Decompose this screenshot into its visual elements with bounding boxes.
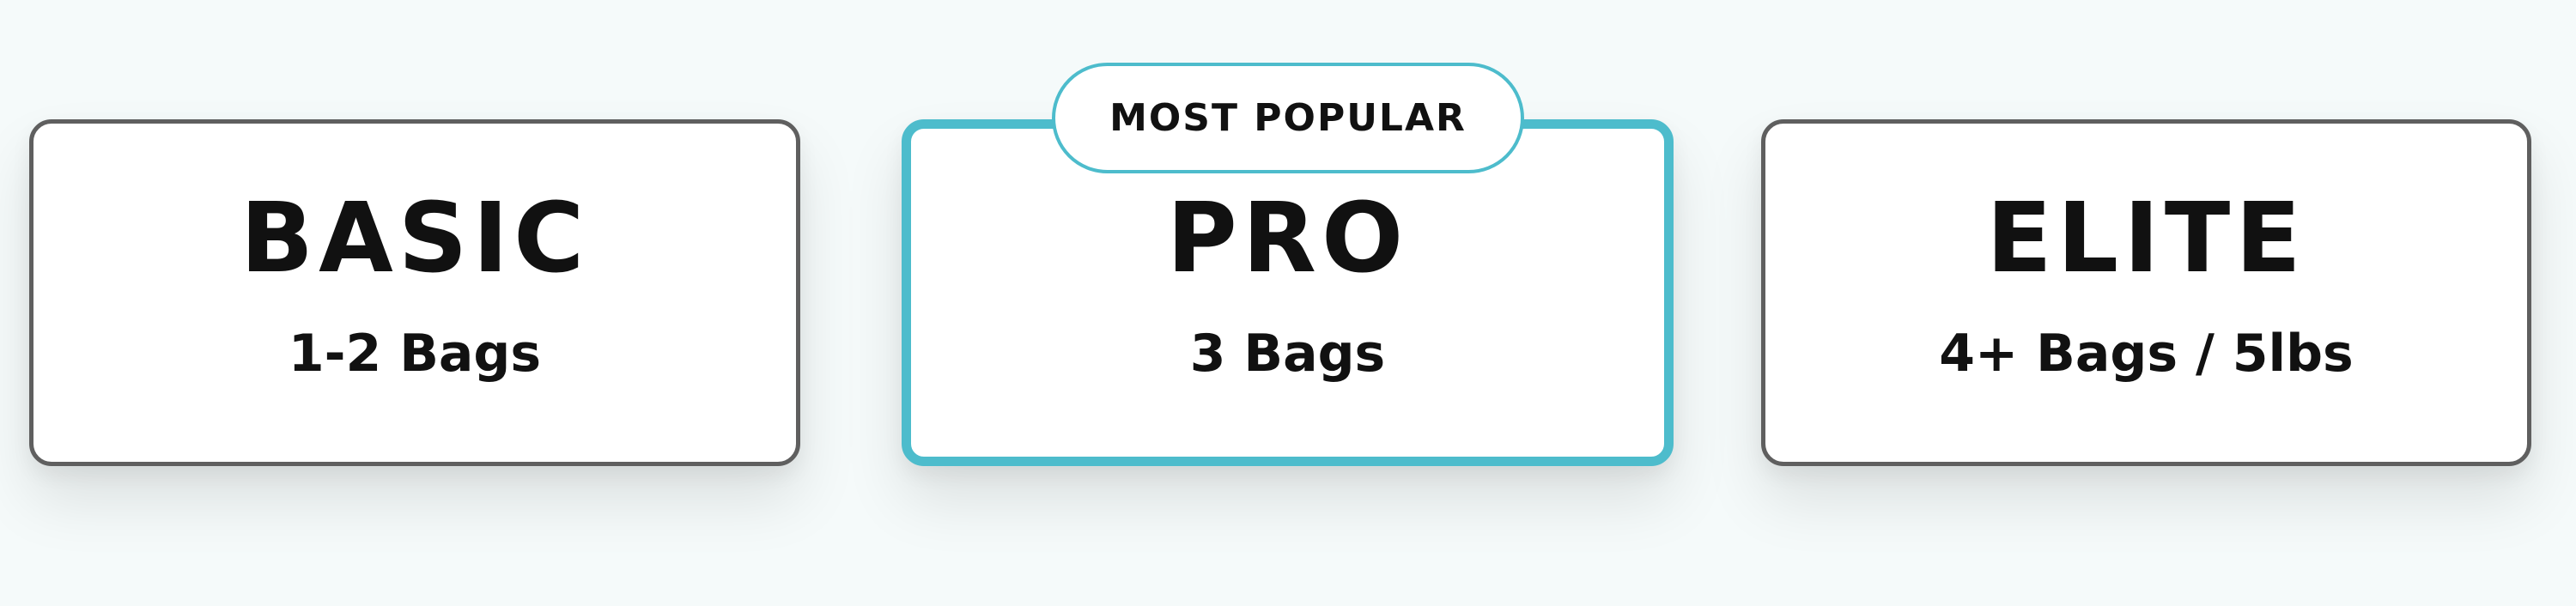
plan-description: 1-2 Bags — [288, 324, 542, 384]
most-popular-badge: MOST POPULAR — [1052, 63, 1524, 173]
plan-name: BASIC — [240, 183, 590, 294]
plan-name: PRO — [1166, 183, 1409, 294]
plan-description: 3 Bags — [1189, 324, 1386, 384]
plan-card-basic[interactable]: BASIC 1-2 Bags — [29, 119, 800, 466]
plan-card-elite[interactable]: ELITE 4+ Bags / 5lbs — [1761, 119, 2531, 466]
plan-name: ELITE — [1986, 183, 2306, 294]
plan-description: 4+ Bags / 5lbs — [1939, 324, 2354, 384]
